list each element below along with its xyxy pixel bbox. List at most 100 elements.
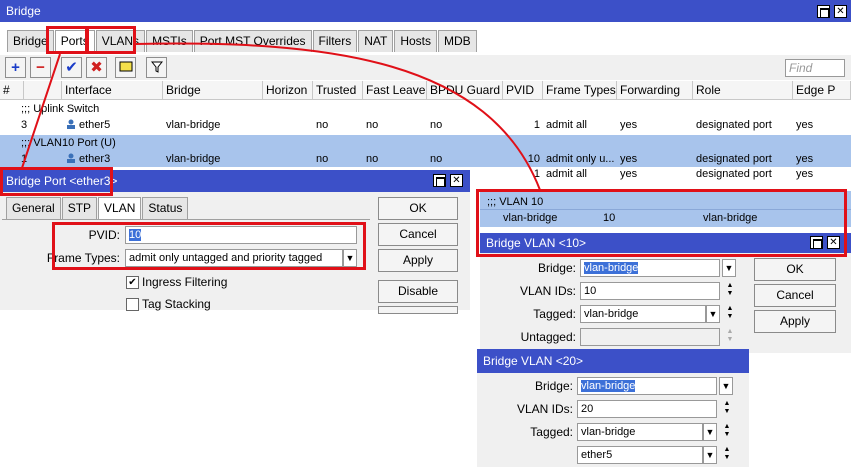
- col-bridge[interactable]: Bridge: [163, 81, 263, 100]
- maximize-icon[interactable]: [817, 5, 830, 18]
- interface-icon: [67, 119, 75, 129]
- updown-icon[interactable]: ▲ ▼: [725, 282, 735, 300]
- col-horizon[interactable]: Horizon: [263, 81, 313, 100]
- group-comment-row[interactable]: ;;; VLAN10 Port (U): [0, 135, 851, 151]
- col-number[interactable]: #: [0, 81, 24, 100]
- updown-icon[interactable]: ▲ ▼: [725, 305, 735, 323]
- ingress-filtering-label: Ingress Filtering: [142, 275, 228, 289]
- tab-ports[interactable]: Ports: [54, 30, 95, 52]
- tab-vlans[interactable]: VLANs: [95, 30, 146, 52]
- row-fast-leave: no: [366, 153, 379, 165]
- row-forwarding: yes: [620, 153, 638, 165]
- add-icon[interactable]: +: [5, 57, 26, 78]
- tab-hosts[interactable]: Hosts: [394, 30, 438, 52]
- ingress-filtering-checkbox[interactable]: ✔: [126, 276, 139, 289]
- row-edge: yes: [796, 153, 814, 165]
- close-icon[interactable]: ✕: [834, 5, 847, 18]
- chevron-down-icon[interactable]: ▼: [719, 377, 733, 395]
- bridge-vlan-20-title: Bridge VLAN <20>: [483, 354, 584, 368]
- apply-button[interactable]: Apply: [378, 249, 458, 272]
- ok-button[interactable]: OK: [754, 258, 836, 281]
- vlan-ids-label: VLAN IDs:: [516, 402, 573, 416]
- tab-nat[interactable]: NAT: [358, 30, 394, 52]
- updown-icon[interactable]: ▲ ▼: [722, 446, 732, 464]
- ok-button[interactable]: OK: [378, 197, 458, 220]
- find-input[interactable]: Find: [785, 59, 845, 77]
- close-icon[interactable]: ✕: [827, 236, 840, 249]
- col-fast-leave[interactable]: Fast Leave: [363, 81, 427, 100]
- row-pvid: 1: [533, 119, 540, 131]
- tagged-select[interactable]: ether5: [577, 446, 703, 464]
- row-forwarding: yes: [620, 119, 638, 131]
- disable-icon[interactable]: ✖: [86, 57, 107, 78]
- row-bridge: vlan-bridge: [166, 153, 221, 165]
- main-toolbar: + − ✔ ✖ Find: [0, 55, 851, 80]
- chevron-down-icon[interactable]: ▼: [722, 259, 736, 277]
- col-frame-types[interactable]: Frame Types: [543, 81, 617, 100]
- table-row[interactable]: 3 ether5 vlan-bridge no no no 1 admit al…: [0, 117, 851, 133]
- close-icon[interactable]: ✕: [450, 174, 463, 187]
- remove-icon[interactable]: −: [30, 57, 51, 78]
- bridge-select[interactable]: vlan-bridge: [577, 377, 717, 395]
- vlan-bridge-cell: vlan-bridge: [503, 212, 558, 224]
- tagged-select[interactable]: vlan-bridge: [577, 423, 703, 441]
- frame-types-select[interactable]: admit only untagged and priority tagged: [125, 249, 343, 267]
- untagged-field[interactable]: [580, 328, 720, 346]
- col-forwarding[interactable]: Forwarding: [617, 81, 693, 100]
- row-role: designated port: [696, 168, 772, 180]
- vlan-comment: ;;; VLAN 10: [487, 196, 544, 208]
- col-empty[interactable]: [24, 81, 62, 100]
- tab-status[interactable]: Status: [142, 197, 189, 219]
- disable-button[interactable]: Disable: [378, 280, 458, 303]
- col-edge[interactable]: Edge P: [793, 81, 851, 100]
- tagged-label: Tagged:: [530, 425, 573, 439]
- row-pvid: 1: [533, 168, 540, 180]
- filter-icon[interactable]: [146, 57, 167, 78]
- col-role[interactable]: Role: [693, 81, 793, 100]
- row-trusted: no: [316, 119, 329, 131]
- tab-stp[interactable]: STP: [61, 197, 98, 219]
- chevron-down-icon[interactable]: ▼: [706, 305, 720, 323]
- tab-port-mst-overrides[interactable]: Port MST Overrides: [193, 30, 312, 52]
- chevron-down-icon[interactable]: ▼: [343, 249, 357, 267]
- bridge-select[interactable]: vlan-bridge: [580, 259, 720, 277]
- vlan-ids-field[interactable]: 20: [577, 400, 717, 418]
- cancel-button[interactable]: Cancel: [378, 223, 458, 246]
- extra-button[interactable]: [378, 306, 458, 314]
- maximize-icon[interactable]: [810, 236, 823, 249]
- updown-icon[interactable]: ▲ ▼: [725, 328, 735, 346]
- apply-button[interactable]: Apply: [754, 310, 836, 333]
- col-bpdu-guard[interactable]: BPDU Guard: [427, 81, 503, 100]
- comment-icon[interactable]: [115, 57, 136, 78]
- updown-icon[interactable]: ▲ ▼: [722, 423, 732, 441]
- row-number: 3: [21, 119, 28, 131]
- table-row-selected[interactable]: 1 ether3 vlan-bridge no no no 10 admit o…: [0, 151, 851, 167]
- col-interface[interactable]: Interface: [62, 81, 163, 100]
- bridge-port-dialog: Bridge Port <ether3> ✕ General STP VLAN …: [0, 170, 470, 314]
- row-frame-types: admit only u...: [546, 153, 615, 165]
- col-pvid[interactable]: PVID: [503, 81, 543, 100]
- pvid-field[interactable]: 10: [125, 226, 357, 244]
- updown-icon[interactable]: ▲ ▼: [722, 400, 732, 418]
- cancel-button[interactable]: Cancel: [754, 284, 836, 307]
- row-frame-types: admit all: [546, 168, 587, 180]
- row-role: designated port: [696, 153, 772, 165]
- maximize-icon[interactable]: [433, 174, 446, 187]
- row-number: 1: [21, 153, 28, 165]
- tagged-select[interactable]: vlan-bridge: [580, 305, 706, 323]
- row-edge: yes: [796, 119, 814, 131]
- vlan-ids-field[interactable]: 10: [580, 282, 720, 300]
- chevron-down-icon[interactable]: ▼: [703, 446, 717, 464]
- enable-icon[interactable]: ✔: [61, 57, 82, 78]
- tab-bridge[interactable]: Bridge: [7, 30, 54, 52]
- chevron-down-icon[interactable]: ▼: [703, 423, 717, 441]
- tag-stacking-checkbox[interactable]: [126, 298, 139, 311]
- tab-vlan[interactable]: VLAN: [98, 197, 142, 219]
- tab-general[interactable]: General: [6, 197, 61, 219]
- tab-mdb[interactable]: MDB: [438, 30, 477, 52]
- bridge-vlan-10-titlebar: Bridge VLAN <10>: [480, 233, 851, 253]
- tab-filters[interactable]: Filters: [312, 30, 358, 52]
- col-trusted[interactable]: Trusted: [313, 81, 363, 100]
- group-comment-row[interactable]: ;;; Uplink Switch: [0, 101, 851, 117]
- tab-mstis[interactable]: MSTIs: [146, 30, 193, 52]
